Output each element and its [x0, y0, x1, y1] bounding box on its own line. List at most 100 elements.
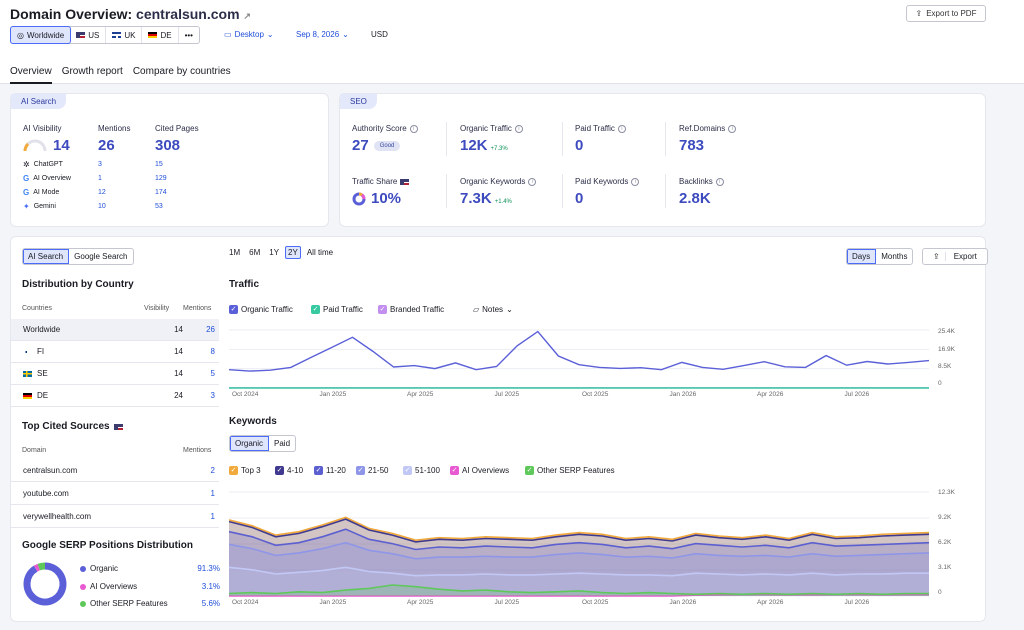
ai-overview-mentions[interactable]: 1	[98, 175, 102, 182]
source-mentions[interactable]: 2	[191, 466, 215, 475]
country-mentions[interactable]: 5	[191, 369, 215, 378]
chatgpt-cited[interactable]: 15	[155, 161, 163, 168]
col-domain: Domain	[22, 447, 47, 454]
ai-mode-mentions[interactable]: 12	[98, 189, 106, 196]
export-button[interactable]: ⇪ Export	[922, 248, 988, 265]
traffic-share-metric: 10%	[352, 190, 401, 207]
info-icon[interactable]: i	[728, 124, 737, 133]
donut-slice-organic	[23, 562, 67, 606]
location-worldwide[interactable]: ◎ Worldwide	[10, 26, 72, 44]
table-row[interactable]: FI 14 8	[11, 341, 219, 363]
mentions-value[interactable]: 26	[98, 137, 115, 154]
paid-keywords-value[interactable]: 0	[575, 190, 583, 207]
external-link-icon[interactable]: ↗	[243, 11, 251, 21]
location-us[interactable]: US	[70, 27, 107, 43]
keywords-chart[interactable]	[229, 488, 929, 600]
legend-organic-traffic[interactable]: ✓ Organic Traffic	[229, 305, 293, 314]
range-all-time[interactable]: All time	[307, 248, 333, 257]
toggle-ai-search[interactable]: AI Search	[23, 249, 70, 264]
granularity-months[interactable]: Months	[876, 249, 912, 264]
legend-ai-overviews[interactable]: ✓ AI Overviews	[450, 466, 509, 475]
range-1y[interactable]: 1Y	[269, 248, 279, 257]
source-mentions[interactable]: 1	[191, 489, 215, 498]
table-row[interactable]: DE 24 3	[11, 385, 219, 407]
gemini-cited[interactable]: 53	[155, 203, 163, 210]
info-icon[interactable]: i	[514, 124, 523, 133]
table-row[interactable]: Worldwide 14 26	[11, 319, 219, 341]
location-label: UK	[124, 30, 136, 40]
ai-visibility-label[interactable]: AI Visibility	[23, 124, 62, 133]
info-icon[interactable]: i	[715, 177, 724, 186]
tab-growth-report[interactable]: Growth report	[62, 66, 123, 84]
cited-pages-label[interactable]: Cited Pages	[155, 124, 199, 133]
country-mentions[interactable]: 26	[191, 325, 215, 334]
legend-label: Branded Traffic	[390, 305, 445, 314]
gemini-mentions[interactable]: 10	[98, 203, 106, 210]
range-1m[interactable]: 1M	[229, 248, 240, 257]
ai-search-pill: AI Search	[11, 94, 67, 109]
source-domain[interactable]: verywellhealth.com	[23, 512, 91, 521]
legend-51-100[interactable]: ✓ 51-100	[403, 466, 440, 475]
legend-top-3[interactable]: ✓ Top 3	[229, 466, 261, 475]
legend-4-10[interactable]: ✓ 4-10	[275, 466, 303, 475]
cited-pages-value[interactable]: 308	[155, 137, 180, 154]
tab-overview[interactable]: Overview	[10, 66, 52, 84]
backlinks-label[interactable]: Backlinks i	[679, 177, 724, 186]
info-icon[interactable]: i	[617, 124, 626, 133]
organic-traffic-label[interactable]: Organic Traffic i	[460, 124, 523, 133]
mentions-label[interactable]: Mentions	[98, 124, 130, 133]
table-row[interactable]: verywellhealth.com 1	[11, 506, 219, 528]
traffic-share-label[interactable]: Traffic Share	[352, 177, 410, 186]
table-row[interactable]: youtube.com 1	[11, 483, 219, 505]
paid-traffic-label[interactable]: Paid Traffic i	[575, 124, 626, 133]
country-mentions[interactable]: 3	[191, 391, 215, 400]
domain-link[interactable]: centralsun.com	[136, 6, 239, 22]
info-icon[interactable]: i	[528, 177, 537, 186]
ai-overview-cited[interactable]: 129	[155, 175, 167, 182]
ref-domains-value[interactable]: 783	[679, 137, 704, 154]
source-domain[interactable]: youtube.com	[23, 489, 69, 498]
granularity-days[interactable]: Days	[847, 249, 877, 264]
backlinks-text: Backlinks	[679, 177, 713, 186]
more-locations-button[interactable]: •••	[179, 27, 199, 43]
legend-paid-traffic[interactable]: ✓ Paid Traffic	[311, 305, 363, 314]
legend-other-serp-features[interactable]: ✓ Other SERP Features	[525, 466, 615, 475]
legend-21-50[interactable]: ✓ 21-50	[356, 466, 388, 475]
legend-branded-traffic[interactable]: ✓ Branded Traffic	[378, 305, 444, 314]
range-2y[interactable]: 2Y	[285, 246, 301, 259]
table-row[interactable]: SE 14 5	[11, 363, 219, 385]
traffic-share-value[interactable]: 10%	[371, 190, 401, 207]
export-pdf-button[interactable]: ⇪ Export to PDF	[906, 5, 986, 22]
ref-domains-text: Ref.Domains	[679, 124, 726, 133]
source-domain[interactable]: centralsun.com	[23, 466, 77, 475]
info-icon[interactable]: i	[631, 177, 640, 186]
device-dropdown[interactable]: ▭ Desktop ⌄	[224, 30, 274, 39]
location-de[interactable]: DE	[142, 27, 179, 43]
ai-mode-cited[interactable]: 174	[155, 189, 167, 196]
backlinks-value[interactable]: 2.8K	[679, 190, 711, 207]
organic-traffic-value[interactable]: 12K	[460, 137, 488, 154]
toggle-google-search[interactable]: Google Search	[69, 249, 132, 264]
paid-keywords-label[interactable]: Paid Keywords i	[575, 177, 640, 186]
tab-compare-by-countries[interactable]: Compare by countries	[133, 66, 231, 84]
toggle-organic[interactable]: Organic	[230, 436, 270, 451]
organic-keywords-value[interactable]: 7.3K	[460, 190, 492, 207]
info-icon[interactable]: i	[409, 124, 418, 133]
country-mentions[interactable]: 8	[191, 347, 215, 356]
location-uk[interactable]: UK	[106, 27, 143, 43]
organic-keywords-label[interactable]: Organic Keywords i	[460, 177, 537, 186]
toggle-paid[interactable]: Paid	[269, 436, 295, 451]
date-dropdown[interactable]: Sep 8, 2026 ⌄	[296, 30, 349, 39]
ref-domains-label[interactable]: Ref.Domains i	[679, 124, 737, 133]
authority-score-label[interactable]: Authority Score i	[352, 124, 418, 133]
chatgpt-mentions[interactable]: 3	[98, 161, 102, 168]
range-6m[interactable]: 6M	[249, 248, 260, 257]
de-flag-icon	[148, 32, 158, 38]
source-mentions[interactable]: 1	[191, 512, 215, 521]
paid-traffic-value[interactable]: 0	[575, 137, 583, 154]
traffic-chart[interactable]	[229, 326, 929, 390]
legend-11-20[interactable]: ✓ 11-20	[314, 466, 346, 475]
notes-dropdown[interactable]: ▱ Notes ⌄	[473, 305, 513, 314]
table-row[interactable]: centralsun.com 2	[11, 460, 219, 482]
authority-score-value[interactable]: 27	[352, 137, 369, 154]
